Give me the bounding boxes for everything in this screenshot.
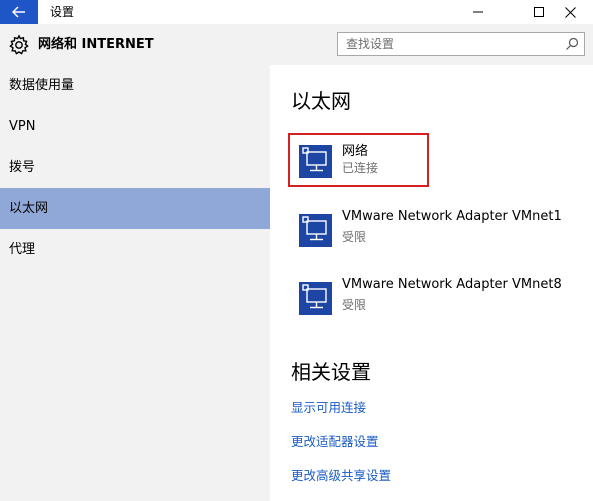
minimize-icon bbox=[473, 11, 483, 13]
minimize-button[interactable] bbox=[455, 0, 501, 24]
gear-icon bbox=[9, 34, 29, 55]
maximize-icon bbox=[534, 7, 544, 17]
sidebar: 数据使用量 VPN 拨号 以太网 代理 bbox=[0, 65, 270, 501]
sidebar-item-proxy[interactable]: 代理 bbox=[0, 229, 270, 270]
adapter-item-vmnet1[interactable]: VMware Network Adapter VMnet1 受限 bbox=[288, 201, 588, 257]
link-change-advanced-sharing-settings[interactable]: 更改高级共享设置 bbox=[291, 465, 391, 484]
adapter-status: 受限 bbox=[342, 298, 367, 312]
link-show-available-connections[interactable]: 显示可用连接 bbox=[291, 397, 366, 416]
window-title: 设置 bbox=[50, 5, 75, 19]
sidebar-item-vpn[interactable]: VPN bbox=[0, 106, 270, 147]
adapter-status: 受限 bbox=[342, 230, 367, 244]
ethernet-adapter-icon bbox=[299, 282, 332, 315]
close-icon bbox=[564, 6, 576, 18]
adapter-name: VMware Network Adapter VMnet1 bbox=[342, 209, 562, 224]
adapter-name: 网络 bbox=[342, 144, 369, 159]
adapter-item-network[interactable]: 网络 已连接 bbox=[288, 132, 588, 188]
search-box[interactable] bbox=[337, 32, 585, 56]
back-arrow-icon bbox=[12, 6, 25, 18]
title-bar: 设置 bbox=[0, 0, 593, 24]
ethernet-adapter-icon bbox=[299, 214, 332, 247]
settings-header: 网络和 INTERNET bbox=[0, 24, 593, 65]
search-input[interactable] bbox=[338, 33, 566, 55]
link-change-adapter-settings[interactable]: 更改适配器设置 bbox=[291, 431, 379, 450]
sidebar-item-dialup[interactable]: 拨号 bbox=[0, 147, 270, 188]
ethernet-section-title: 以太网 bbox=[291, 89, 351, 113]
search-icon[interactable] bbox=[564, 36, 580, 52]
adapter-status: 已连接 bbox=[342, 161, 379, 175]
main-content: 以太网 网络 已连接 VMware Network Adapter VMnet1 bbox=[270, 65, 593, 501]
back-button[interactable] bbox=[0, 0, 38, 24]
sidebar-item-data-usage[interactable]: 数据使用量 bbox=[0, 65, 270, 106]
ethernet-adapter-icon bbox=[299, 145, 332, 178]
adapter-name: VMware Network Adapter VMnet8 bbox=[342, 277, 562, 292]
sidebar-item-ethernet[interactable]: 以太网 bbox=[0, 188, 270, 229]
related-settings-title: 相关设置 bbox=[291, 360, 371, 384]
page-title: 网络和 INTERNET bbox=[38, 37, 154, 52]
close-button[interactable] bbox=[547, 0, 593, 24]
adapter-item-vmnet8[interactable]: VMware Network Adapter VMnet8 受限 bbox=[288, 269, 588, 325]
